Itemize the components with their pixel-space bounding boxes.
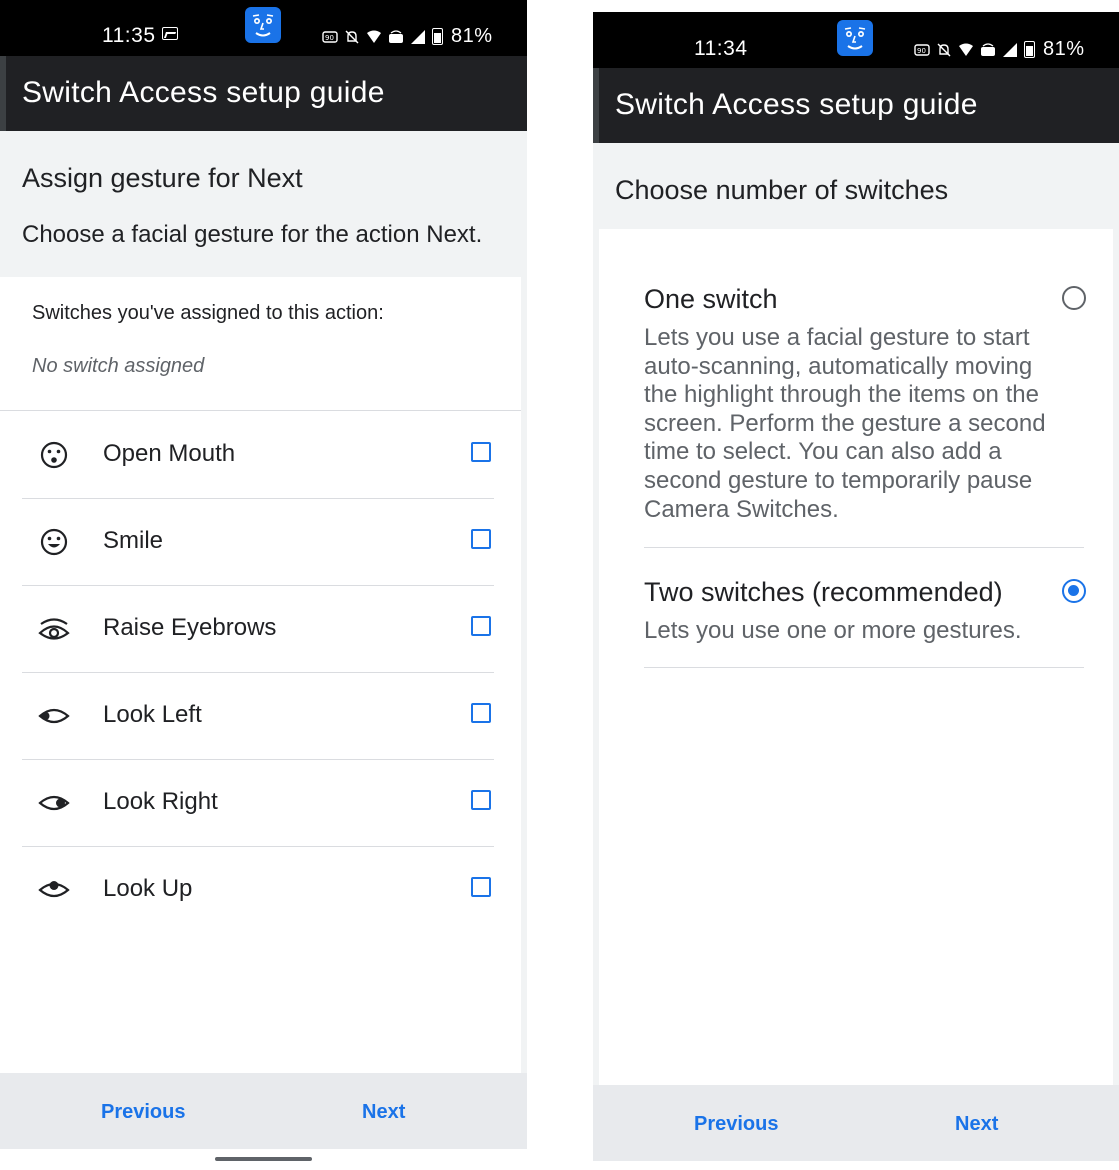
app-bar: Switch Access setup guide: [0, 56, 527, 131]
page-title: Choose number of switches: [615, 175, 949, 205]
camera-switches-app-icon: [837, 20, 873, 56]
app-bar-title: Switch Access setup guide: [615, 88, 978, 121]
open-mouth-icon: [40, 441, 68, 469]
option-description: Lets you use one or more gestures.: [644, 617, 1022, 644]
smile-icon: [40, 528, 68, 556]
status-bar: 11:34 90 81%: [593, 12, 1119, 68]
signal-icon: [411, 29, 425, 44]
gesture-checkbox[interactable]: [471, 529, 491, 549]
footer-bar: Previous Next: [0, 1073, 527, 1149]
mute-bell-icon: [345, 30, 359, 43]
battery-percent: 81%: [1043, 38, 1085, 60]
gesture-checkbox[interactable]: [471, 616, 491, 636]
footer-bar: Previous Next: [593, 1085, 1119, 1161]
gesture-row-open-mouth[interactable]: Open Mouth: [22, 412, 494, 499]
gesture-row-look-left[interactable]: Look Left: [22, 673, 494, 760]
gesture-label: Look Right: [103, 788, 218, 815]
gesture-label: Raise Eyebrows: [103, 614, 277, 641]
option-radio[interactable]: [1062, 286, 1086, 310]
svg-text:90: 90: [917, 47, 926, 55]
gesture-label: Look Left: [103, 701, 202, 728]
gesture-label: Smile: [103, 527, 164, 554]
gesture-nav-handle[interactable]: [215, 1157, 312, 1161]
volte-icon: [389, 29, 403, 43]
previous-button[interactable]: Previous: [101, 1101, 185, 1124]
option-title: One switch: [644, 284, 778, 314]
gesture-row-raise-eyebrows[interactable]: Raise Eyebrows: [22, 586, 494, 673]
status-icons: 90 81%: [322, 25, 493, 48]
signal-icon: [1003, 42, 1017, 57]
look-left-icon: [38, 708, 70, 724]
battery-icon: [432, 28, 443, 45]
gesture-row-look-right[interactable]: Look Right: [22, 760, 494, 847]
raise-eyebrows-icon: [38, 618, 70, 640]
gesture-row-smile[interactable]: Smile: [22, 499, 494, 586]
option-radio-selected[interactable]: [1062, 579, 1086, 603]
look-right-icon: [38, 795, 70, 811]
volte-icon: [981, 42, 995, 56]
wifi-icon: [367, 30, 381, 43]
page-title: Assign gesture for Next: [22, 163, 303, 193]
gesture-checkbox[interactable]: [471, 790, 491, 810]
page-header: Assign gesture for Next Choose a facial …: [0, 131, 527, 277]
next-button[interactable]: Next: [362, 1101, 405, 1124]
gesture-row-look-up[interactable]: Look Up: [22, 847, 494, 933]
gesture-checkbox[interactable]: [471, 877, 491, 897]
next-button[interactable]: Next: [955, 1113, 998, 1136]
battery-percent: 81%: [451, 25, 493, 47]
gesture-checkbox[interactable]: [471, 442, 491, 462]
previous-button[interactable]: Previous: [694, 1113, 778, 1136]
look-up-icon: [38, 881, 70, 898]
status-icons: 90 81%: [914, 38, 1085, 61]
page-header: Choose number of switches: [593, 143, 1119, 229]
divider: [0, 410, 521, 411]
status-time: 11:34: [694, 37, 748, 60]
left-screen: 11:35 90 81% Switch Access setup guide A…: [0, 0, 527, 1170]
nfc-icon: 90: [914, 43, 930, 56]
gallery-notification-icon: [162, 27, 178, 40]
right-screen: 11:34 90 81% Switch Access setup guide C…: [593, 12, 1119, 1170]
assigned-switches-label: Switches you've assigned to this action:: [32, 302, 384, 324]
camera-switches-app-icon: [245, 7, 281, 43]
nfc-icon: 90: [322, 30, 338, 43]
option-two-switches[interactable]: Two switches (recommended) Lets you use …: [644, 575, 1086, 668]
status-time: 11:35: [102, 24, 156, 47]
battery-icon: [1024, 41, 1035, 58]
gesture-checkbox[interactable]: [471, 703, 491, 723]
assigned-switches-value: No switch assigned: [32, 355, 205, 377]
option-one-switch[interactable]: One switch Lets you use a facial gesture…: [644, 282, 1086, 548]
app-bar-title: Switch Access setup guide: [22, 76, 385, 109]
page-description: Choose a facial gesture for the action N…: [22, 221, 483, 248]
navigation-bar: [593, 1161, 1119, 1170]
option-title: Two switches (recommended): [644, 577, 1003, 607]
app-bar: Switch Access setup guide: [593, 68, 1119, 143]
gesture-label: Look Up: [103, 875, 193, 902]
status-bar: 11:35 90 81%: [0, 0, 527, 56]
gesture-label: Open Mouth: [103, 440, 236, 467]
svg-text:90: 90: [325, 34, 334, 42]
option-description: Lets you use a facial gesture to start a…: [644, 324, 1046, 523]
wifi-icon: [959, 43, 973, 56]
mute-bell-icon: [937, 43, 951, 56]
